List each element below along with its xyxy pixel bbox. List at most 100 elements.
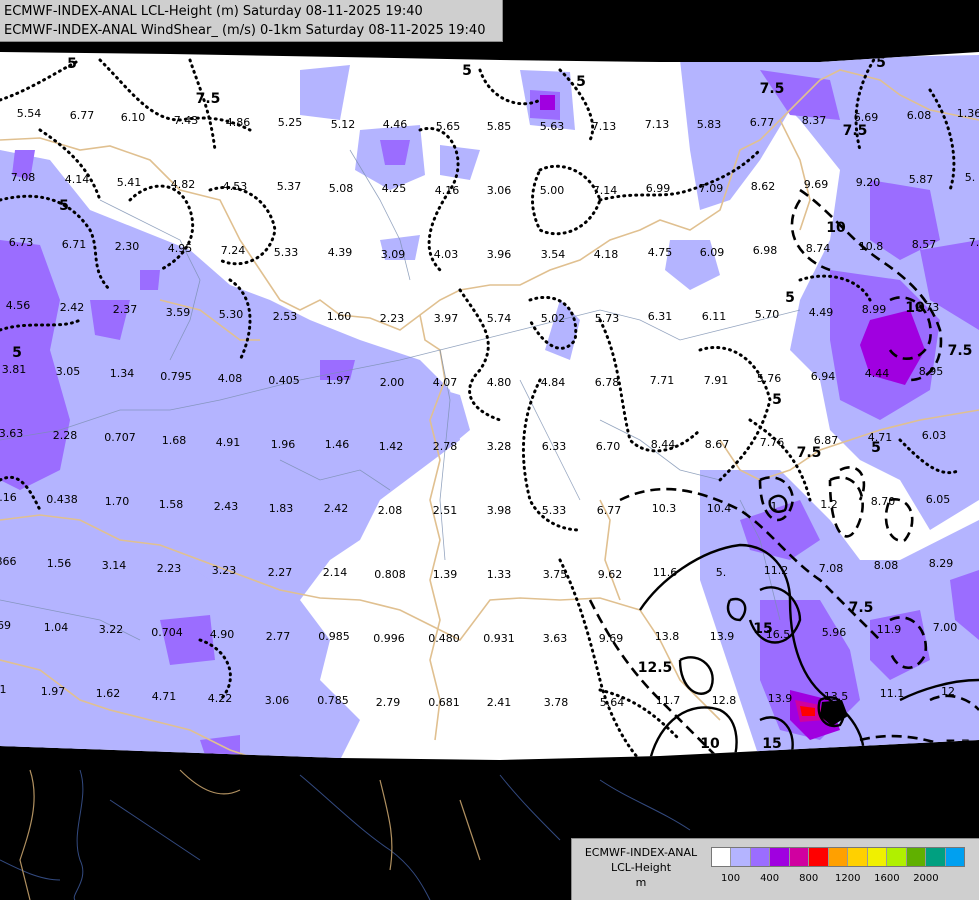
map-title-box: ECMWF-INDEX-ANAL LCL-Height (m) Saturday… [0,0,503,42]
shear-value-label: 4.84 [541,376,566,389]
shear-value-label: 5.87 [909,173,934,186]
shear-value-label: 4.91 [216,436,241,449]
shear-value-label: 6.94 [811,370,836,383]
shear-value-label: 9.69 [804,178,829,191]
contour-label: 5 [67,56,77,72]
shear-value-label: 5.08 [329,182,354,195]
shear-value-label: 2.28 [53,429,78,442]
shear-value-label: 2.23 [380,312,405,325]
shear-value-label: 5.54 [17,107,42,120]
shear-value-label: 13.9 [710,630,735,643]
shear-value-label: 3.81 [2,363,27,376]
shear-value-label: 2.37 [113,303,138,316]
shear-value-label: 6.33 [542,440,567,453]
shear-value-label: 2.41 [487,696,512,709]
contour-label: 5 [576,74,586,90]
shear-value-label: 4.18 [594,248,619,261]
legend-swatch [789,848,810,866]
shear-value-label: 6.99 [646,182,671,195]
shear-value-label: 8.62 [751,180,776,193]
shear-value-label: 5.83 [697,118,722,131]
shear-value-label: 5.37 [277,180,302,193]
contour-label: 5 [772,392,782,408]
shear-value-label: 5.02 [541,312,566,325]
legend-tick-label: 400 [760,873,780,884]
shear-value-label: 10.8 [859,240,884,253]
legend-swatch [945,848,965,866]
shear-value-label: 0.808 [374,568,406,581]
shear-value-label: 3.06 [265,694,290,707]
legend-colorbar [711,847,965,867]
legend-swatch [712,848,732,866]
shear-value-label: 0.438 [46,493,78,506]
shear-value-label: 3.28 [487,440,512,453]
shear-value-label: 4.16 [435,184,460,197]
shear-value-label: 1.83 [269,502,294,515]
shear-value-label: 7.91 [704,374,729,387]
contour-label: 7.5 [948,343,973,359]
shear-value-label: 5.12 [331,118,356,131]
shear-value-label: 7.14 [593,184,618,197]
shear-value-label: 6.03 [922,429,947,442]
legend-swatch [731,848,751,866]
shear-value-label: 3.22 [99,623,124,636]
shear-value-label: 9.20 [856,176,881,189]
shear-value-label: 6.78 [595,376,620,389]
shear-value-label: 6.09 [700,246,725,259]
shear-value-label: 0.985 [318,630,350,643]
color-legend: ECMWF-INDEX-ANAL LCL-Height m 100 400 800 1… [571,838,979,900]
shear-value-label: 4.86 [226,116,251,129]
shear-value-label: 2.27 [268,566,293,579]
legend-field: LCL-Height [610,861,672,874]
shear-value-label: 4.46 [383,118,408,131]
shear-value-label: 4.80 [487,376,512,389]
shear-value-label: 7.00 [933,621,958,634]
legend-model: ECMWF-INDEX-ANAL [584,846,698,859]
shear-value-label: 3.63 [543,632,568,645]
shear-value-label: 1.33 [487,568,512,581]
shear-value-label: 6.08 [907,109,932,122]
shear-value-label: .16 [0,491,17,504]
shear-value-label: 0.681 [428,696,460,709]
legend-tick-label: 800 [799,873,819,884]
shear-value-label: 11.1 [880,687,905,700]
shear-value-label: 2.43 [214,500,239,513]
shear-value-label: 8.99 [862,303,887,316]
shear-value-label: 1.46 [325,438,350,451]
shear-value-label: 8.08 [874,559,899,572]
shear-value-label: 11.6 [653,566,678,579]
shear-value-label: 69 [0,619,11,632]
shear-value-label: 7.08 [11,171,36,184]
shear-value-label: 4.25 [382,182,407,195]
legend-tick-label: 100 [720,873,741,884]
shear-value-label: 5.00 [540,184,565,197]
shear-value-label: 5.70 [755,308,780,321]
shear-value-label: 3.54 [541,248,566,261]
contour-label: 10 [905,300,925,316]
legend-tick-label: 2000 [913,873,939,884]
shear-value-label: 6.98 [753,244,778,257]
shear-value-label: 2.79 [376,696,401,709]
shear-value-label: 9.62 [598,568,623,581]
shear-value-label: 0.480 [428,632,460,645]
legend-swatch [887,848,907,866]
shear-value-label: 6.77 [70,109,95,122]
shear-value-label: 3.14 [102,559,127,572]
shear-value-label: 3.78 [544,696,569,709]
shear-value-label: 5.33 [542,504,567,517]
shear-value-label: 4.22 [208,692,233,705]
shear-value-label: 2.14 [323,566,348,579]
shear-value-label: 3.97 [434,312,459,325]
shear-value-label: 4.49 [809,306,834,319]
shear-value-label: 4.82 [171,178,196,191]
legend-tick-label: 1600 [874,873,900,884]
shear-value-label: 2.00 [380,376,405,389]
shear-value-label: 5. [716,566,727,579]
contour-label: 7.5 [196,91,221,107]
shear-value-label: 2.30 [115,240,140,253]
shear-value-label: 10.3 [652,502,677,515]
shear-value-label: 3.09 [381,248,406,261]
shear-value-label: 4.90 [210,628,235,641]
shear-value-label: 7.43 [174,114,199,127]
contour-label: 5 [785,290,795,306]
